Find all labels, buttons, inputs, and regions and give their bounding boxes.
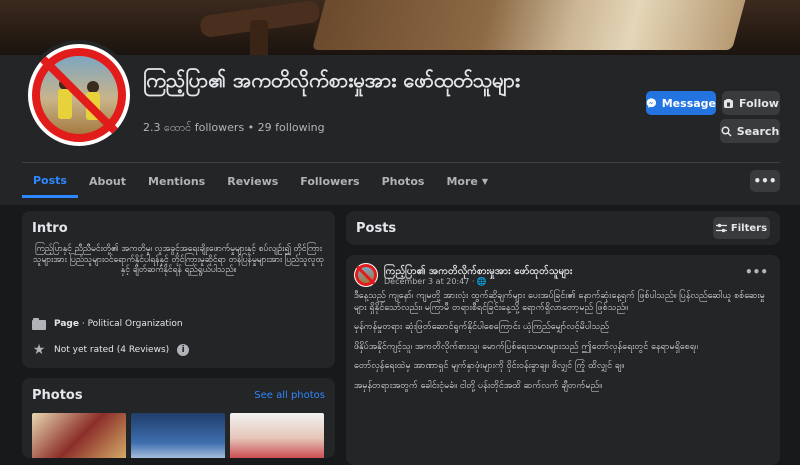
tab-label: Photos [381, 175, 425, 188]
post-card: ကြည့်ပြာ၏ အကတိလိုက်စားမှုအား ဖော်ထုတ်သူမ… [346, 255, 780, 465]
messenger-icon [646, 98, 657, 108]
search-button[interactable]: Search [720, 119, 780, 143]
tab-more[interactable]: More ▼ [435, 165, 499, 198]
post-timestamp[interactable]: December 3 at 20:47 · 🌐 [384, 277, 487, 286]
filters-label: Filters [730, 222, 768, 234]
filters-button[interactable]: Filters [713, 217, 770, 239]
header-divider [22, 162, 780, 163]
tab-photos[interactable]: Photos [371, 165, 436, 198]
photo-thumbnail[interactable] [32, 413, 126, 458]
posts-heading: Posts [356, 221, 397, 236]
tab-label: Reviews [227, 175, 279, 188]
profile-tabs: Posts About Mentions Reviews Followers P… [22, 165, 499, 201]
sliders-icon [715, 223, 727, 233]
post-body: ဒီနေ့သည် ကျနော်၊ ကျမတို့ အားလုံး ထွက်ဆို… [354, 291, 772, 400]
caret-down-icon: ▼ [481, 177, 488, 186]
tab-label: Followers [300, 175, 360, 188]
post-paragraph: မှန်ကန်မှုတရား ဆုံးဖြတ်ဆောင်ရွက်နိုင်ပါစ… [354, 322, 609, 332]
category-value: · Political Organization [78, 319, 183, 329]
page-category-text: Page · Political Organization [54, 319, 183, 329]
tab-about[interactable]: About [78, 165, 137, 198]
tab-followers[interactable]: Followers [289, 165, 370, 198]
cover-gavel-handle [250, 20, 268, 55]
intro-card: Intro ကြည့်ပြာနှင့် ညီညီမင်းတို့၏ အကတိမှ… [22, 211, 335, 368]
cover-photo[interactable] [0, 0, 800, 55]
message-label: Message [661, 96, 716, 110]
cover-book [311, 0, 749, 50]
follow-icon [724, 98, 734, 108]
info-icon[interactable]: i [177, 344, 190, 356]
post-author-avatar[interactable] [354, 263, 378, 287]
post-options-button[interactable]: ••• [745, 265, 768, 279]
intro-bio: ကြည့်ပြာနှင့် ညီညီမင်းတို့၏ အကတိမှု၊ လူအ… [33, 244, 324, 275]
post-paragraph: တော်လှန်ရေးထဲမှ အာဏာရှင် မျက်နှာဖုံးများ… [354, 361, 625, 371]
page-category: Page · Political Organization [32, 317, 183, 331]
tab-mentions[interactable]: Mentions [137, 165, 216, 198]
tab-label: More [446, 175, 478, 188]
tab-label: About [88, 175, 127, 188]
tab-reviews[interactable]: Reviews [216, 165, 289, 198]
photo-thumbnail[interactable] [131, 413, 225, 458]
posts-header-card: Posts Filters [346, 211, 780, 245]
more-options-button[interactable]: ••• [750, 170, 780, 192]
post-paragraph: ဒီနေ့သည် ကျနော်၊ ကျမတို့ အားလုံး ထွက်ဆို… [354, 291, 765, 313]
tab-posts[interactable]: Posts [22, 165, 78, 198]
category-prefix: Page [54, 319, 79, 329]
search-icon [721, 125, 732, 137]
tab-label: Posts [33, 173, 67, 187]
follower-stats[interactable]: 2.3 ထောင် followers • 29 following [143, 121, 325, 137]
star-icon: ★ [32, 342, 46, 358]
tab-label: Mentions [148, 175, 206, 188]
rating-row: ★ Not yet rated (4 Reviews) i [32, 342, 190, 358]
photos-heading: Photos [32, 388, 83, 403]
rating-text: Not yet rated (4 Reviews) [54, 345, 170, 355]
flag-icon [32, 317, 46, 331]
post-paragraph: ဖိနှိပ်အနိုင်ကျင့်သူ၊ အကတိလိုက်စားသူ၊ မေ… [354, 341, 698, 352]
post-paragraph: အမှန်တရားအတွက် ခေါင်းငုံမခံ။ ငါတို့ ပန်း… [354, 380, 602, 391]
intro-heading: Intro [32, 221, 68, 236]
follow-label: Follow [739, 96, 779, 110]
message-button[interactable]: Message [646, 91, 716, 115]
photos-card: Photos See all photos [22, 378, 335, 458]
photo-thumbnail[interactable] [230, 413, 324, 458]
profile-avatar[interactable] [24, 40, 134, 150]
follow-button[interactable]: Follow [722, 91, 780, 115]
page-title: ကြည့်ပြာ၏ အကတိလိုက်စားမှုအား ဖော်ထုတ်သူမ… [143, 68, 520, 92]
see-all-photos-link[interactable]: See all photos [254, 390, 325, 401]
search-label: Search [736, 124, 780, 138]
